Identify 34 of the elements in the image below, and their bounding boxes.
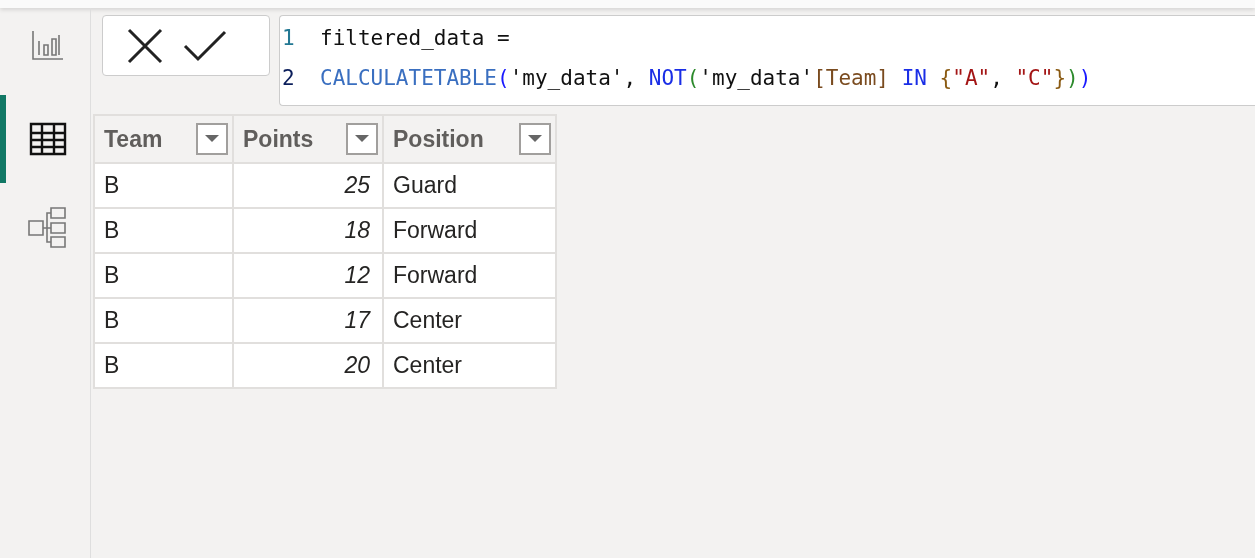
code-line: filtered_data =: [320, 26, 510, 52]
table-cell: Forward: [383, 208, 556, 253]
table-cell: 18: [233, 208, 383, 253]
line-number: 1: [282, 26, 296, 52]
check-icon[interactable]: [183, 29, 227, 62]
table-cell: B: [94, 208, 233, 253]
column-title: Position: [393, 125, 484, 153]
table-cell: 12: [233, 253, 383, 298]
table-cell: Guard: [383, 163, 556, 208]
line-number: 2: [282, 66, 296, 92]
table-icon: [29, 122, 67, 156]
table-cell: 20: [233, 343, 383, 388]
dropdown-icon: [528, 135, 542, 143]
table-cell: B: [94, 253, 233, 298]
formula-editor[interactable]: 1 filtered_data = 2 CALCULATETABLE('my_data', NOT('my_data'[Team] IN {"A", "C"})): [279, 15, 1255, 106]
column-title: Team: [104, 125, 163, 153]
table-cell: B: [94, 163, 233, 208]
filter-button[interactable]: [346, 123, 378, 155]
filter-button[interactable]: [196, 123, 228, 155]
dropdown-icon: [205, 135, 219, 143]
bar-chart-icon: [32, 30, 64, 60]
table-cell: B: [94, 298, 233, 343]
filter-button[interactable]: [519, 123, 551, 155]
table-cell: Center: [383, 343, 556, 388]
table-cell: Forward: [383, 253, 556, 298]
table-cell: Center: [383, 298, 556, 343]
table-cell: B: [94, 343, 233, 388]
cancel-icon[interactable]: [127, 27, 163, 64]
code-line: CALCULATETABLE('my_data', NOT('my_data'[Team] IN {"A", "C"})): [320, 66, 1092, 92]
column-title: Points: [243, 125, 314, 153]
table-cell: 17: [233, 298, 383, 343]
dropdown-icon: [355, 135, 369, 143]
model-icon: [27, 206, 69, 248]
table-cell: 25: [233, 163, 383, 208]
